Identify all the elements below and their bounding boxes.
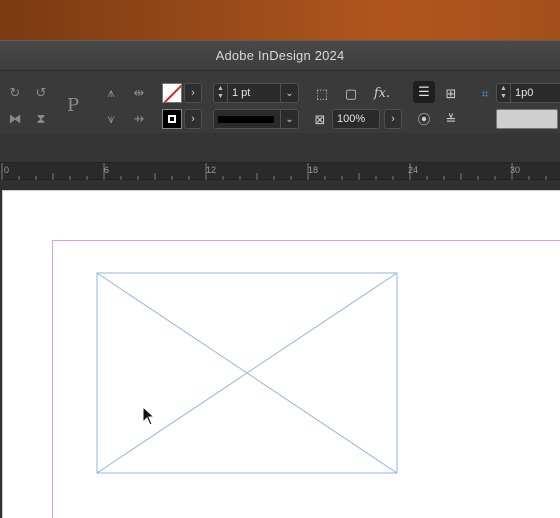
select-content-icon[interactable]: ⩛ xyxy=(102,109,120,127)
horizontal-ruler[interactable]: 0 6 12 18 24 30 xyxy=(0,162,560,181)
mouse-pointer-icon xyxy=(142,406,156,426)
fill-swatch-dropdown[interactable]: › xyxy=(184,83,202,103)
rotate-cw-icon[interactable]: ↻ xyxy=(6,83,24,101)
frame-offset-icon: ⌗ xyxy=(481,85,489,101)
rotate-ccw-icon[interactable]: ↺ xyxy=(32,83,50,101)
none-swatch-slash-icon xyxy=(163,84,181,102)
ruler-label: 0 xyxy=(4,165,10,175)
ruler-label: 18 xyxy=(308,165,319,175)
reference-point-p-icon[interactable]: P xyxy=(60,93,86,119)
chevron-right-icon: › xyxy=(191,87,195,99)
stroke-weight-value: 1 pt xyxy=(232,87,251,99)
offset-value: 1p0 xyxy=(515,87,534,99)
flip-vertical-icon[interactable]: ⧗ xyxy=(32,109,50,127)
jump-object-icon[interactable]: ≚ xyxy=(441,109,461,129)
opacity-checker-icon: ⊠ xyxy=(314,111,326,127)
opacity-dropdown[interactable]: › xyxy=(384,109,402,129)
fill-swatch[interactable] xyxy=(162,83,182,103)
offset-stepper[interactable]: ▲ ▼ xyxy=(497,84,511,102)
control-panel-lower-band xyxy=(0,133,560,163)
wrap-shape-icon[interactable]: ⦿ xyxy=(414,109,434,129)
desktop-background xyxy=(0,0,560,40)
chevron-right-icon: › xyxy=(191,113,195,125)
wrap-none-icon[interactable]: ☰ xyxy=(413,81,435,103)
select-previous-object-icon[interactable]: ⇹ xyxy=(128,83,150,101)
fx-effects-icon[interactable]: fx. xyxy=(370,83,394,103)
style-field[interactable] xyxy=(496,109,558,129)
select-container-icon[interactable]: ⩚ xyxy=(102,83,120,101)
auto-fit-frame-icon[interactable]: ⬚ xyxy=(312,83,332,103)
flip-horizontal-icon[interactable]: ⧓ xyxy=(6,109,24,127)
stroke-swatch[interactable] xyxy=(162,109,182,129)
opacity-value: 100% xyxy=(337,113,366,125)
stroke-weight-field[interactable]: ▲ ▼ 1 pt ⌄ xyxy=(213,83,299,103)
empty-graphics-frame[interactable] xyxy=(96,272,398,474)
drop-shadow-icon[interactable]: ▢ xyxy=(341,83,361,103)
stroke-swatch-inner xyxy=(168,115,176,123)
stroke-type-field[interactable]: ⌄ xyxy=(213,109,299,129)
solid-line-preview xyxy=(218,115,274,123)
ruler-label: 24 xyxy=(408,165,419,175)
stroke-weight-stepper[interactable]: ▲ ▼ xyxy=(214,84,228,102)
ruler-label: 6 xyxy=(104,165,110,175)
ruler-ticks xyxy=(1,163,547,181)
title-bar: Adobe InDesign 2024 xyxy=(0,40,560,70)
stroke-swatch-dropdown[interactable]: › xyxy=(184,109,202,129)
chevron-down-icon[interactable]: ⌄ xyxy=(280,84,298,102)
select-next-object-icon[interactable]: ⇸ xyxy=(128,109,150,127)
chevron-right-icon: › xyxy=(391,113,395,125)
opacity-field[interactable]: 100% xyxy=(332,109,380,129)
ruler-label: 12 xyxy=(206,165,217,175)
wrap-bounding-box-icon[interactable]: ⊞ xyxy=(441,83,461,103)
control-panel: ↻ ↺ ⧓ ⧗ P ⩚ ⇹ ⩛ ⇸ › › ▲ ▼ 1 pt ⌄ ⌄ ⬚ ▢ fx… xyxy=(0,70,560,163)
offset-field[interactable]: ▲ ▼ 1p0 xyxy=(496,83,560,103)
ruler-label: 30 xyxy=(510,165,521,175)
window-title: Adobe InDesign 2024 xyxy=(215,48,345,63)
stroke-type-preview xyxy=(214,115,280,123)
chevron-down-icon[interactable]: ⌄ xyxy=(280,110,298,128)
